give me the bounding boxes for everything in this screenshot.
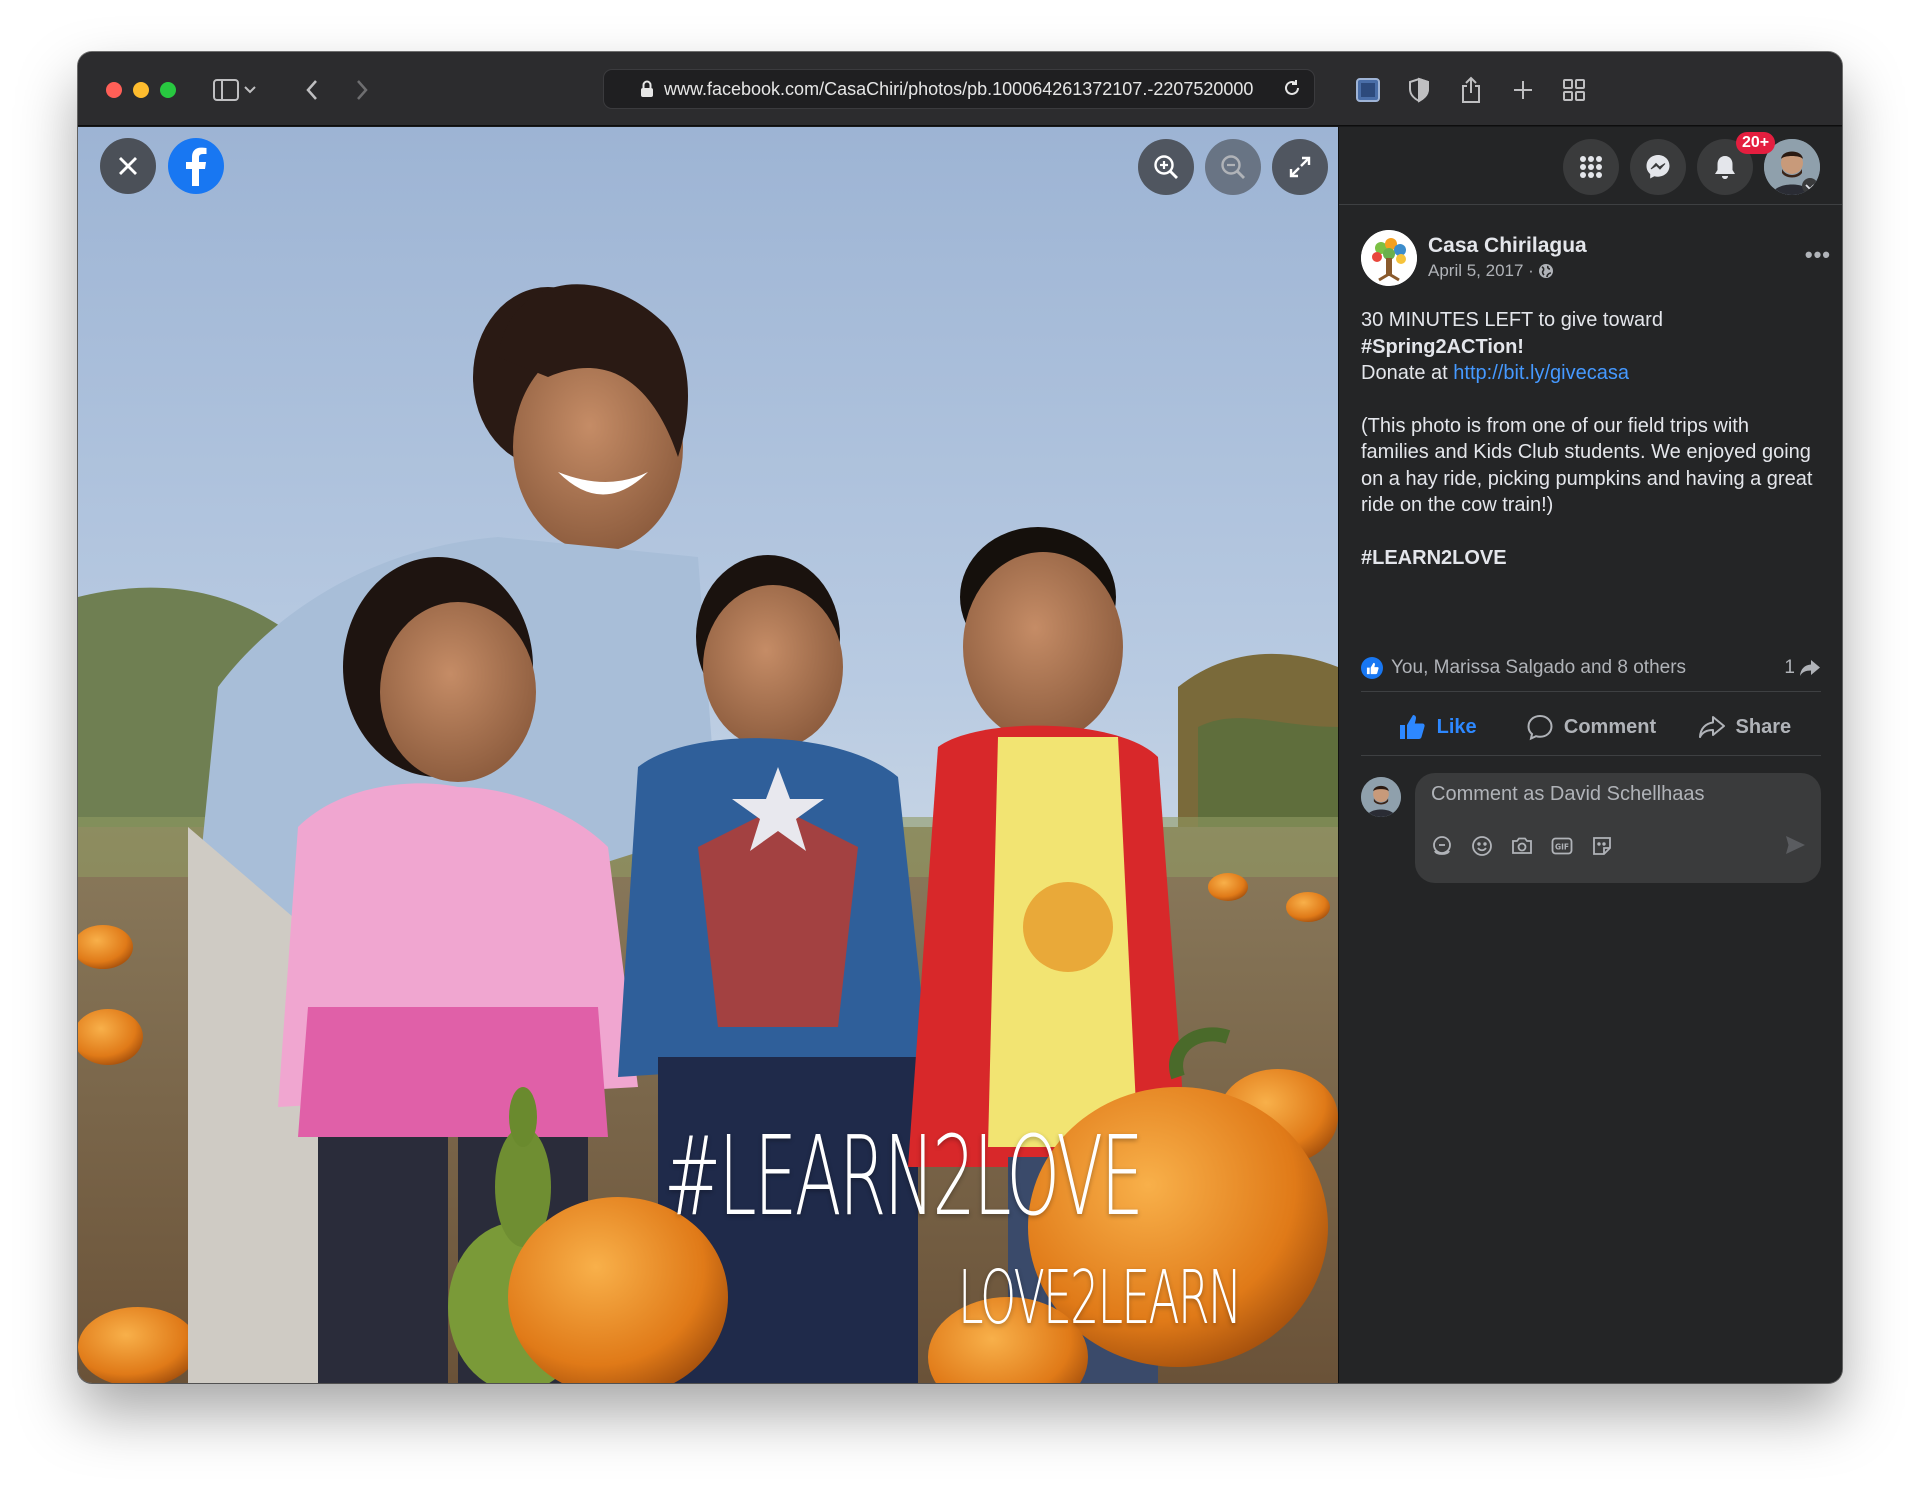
- post-date[interactable]: April 5, 2017 ·: [1428, 261, 1554, 281]
- menu-button[interactable]: [1563, 139, 1619, 195]
- post-panel: 20+ Casa Chirilagua April 5, 2017 · •••: [1338, 127, 1842, 1383]
- forward-button[interactable]: [344, 72, 380, 108]
- emoji-icon[interactable]: [1469, 833, 1495, 859]
- watermark-main: #LEARN2LOVE: [664, 1112, 1144, 1240]
- zoom-in-button[interactable]: [1138, 139, 1194, 195]
- globe-icon: [1538, 264, 1553, 278]
- comment-bubble-icon: [1527, 714, 1553, 741]
- avatar-sticker-icon[interactable]: [1429, 833, 1455, 859]
- share-arrow-icon: [1800, 660, 1820, 676]
- reload-icon[interactable]: [1282, 78, 1302, 103]
- top-navigation: 20+: [1339, 127, 1842, 205]
- share-icon: [1698, 716, 1725, 738]
- thumbs-up-icon: [1399, 715, 1425, 739]
- zoom-in-icon: [1154, 155, 1178, 179]
- messenger-button[interactable]: [1630, 139, 1686, 195]
- zoom-out-button[interactable]: [1205, 139, 1261, 195]
- messenger-icon: [1646, 155, 1670, 179]
- fullscreen-button[interactable]: [1272, 139, 1328, 195]
- bell-icon: [1715, 156, 1735, 179]
- post-paragraph-1: 30 MINUTES LEFT to give toward #Spring2A…: [1361, 307, 1821, 387]
- share-count-number: 1: [1784, 657, 1795, 678]
- lock-icon: [640, 80, 654, 103]
- extension-icon[interactable]: [1350, 72, 1386, 108]
- reactions-summary[interactable]: You, Marissa Salgado and 8 others: [1391, 657, 1686, 679]
- camera-icon[interactable]: [1509, 833, 1535, 859]
- comment-composer: GIF: [1361, 773, 1821, 885]
- hashtag-spring2action[interactable]: #Spring2ACTion!: [1361, 336, 1524, 358]
- donate-prefix: Donate at: [1361, 362, 1454, 384]
- hashtag-learn2love[interactable]: #LEARN2LOVE: [1361, 545, 1821, 572]
- new-tab-icon[interactable]: [1505, 72, 1541, 108]
- shield-icon[interactable]: [1401, 72, 1437, 108]
- svg-text:GIF: GIF: [1555, 843, 1569, 852]
- maximize-window-button[interactable]: [160, 82, 176, 98]
- post-actions: Like Comment Share: [1361, 699, 1821, 755]
- profile-photo-icon: [1361, 777, 1401, 817]
- share-count[interactable]: 1: [1784, 657, 1821, 679]
- post-line-1: 30 MINUTES LEFT to give toward: [1361, 309, 1663, 331]
- reactions-bar: You, Marissa Salgado and 8 others 1: [1361, 653, 1821, 683]
- post-date-text: April 5, 2017 ·: [1428, 261, 1534, 280]
- divider-top: [1361, 691, 1821, 692]
- post-text: 30 MINUTES LEFT to give toward #Spring2A…: [1361, 307, 1821, 597]
- url-text: www.facebook.com/CasaChiri/photos/pb.100…: [664, 78, 1254, 99]
- back-button[interactable]: [294, 72, 330, 108]
- photo-viewer: #LEARN2LOVE LOVE2LEARN: [78, 127, 1338, 1383]
- more-options-button[interactable]: •••: [1805, 242, 1831, 268]
- post-paragraph-2: (This photo is from one of our field tri…: [1361, 414, 1813, 517]
- comment-button[interactable]: Comment: [1514, 699, 1667, 755]
- tree-logo-icon: [1361, 230, 1417, 286]
- minimize-window-button[interactable]: [133, 82, 149, 98]
- gif-icon[interactable]: GIF: [1549, 833, 1575, 859]
- facebook-logo-icon[interactable]: [168, 138, 224, 194]
- zoom-out-icon: [1221, 155, 1245, 179]
- watermark-sub: LOVE2LEARN: [958, 1255, 1242, 1341]
- close-viewer-button[interactable]: [100, 138, 156, 194]
- notification-badge: 20+: [1736, 132, 1776, 154]
- grid-menu-icon: [1580, 156, 1602, 178]
- close-icon: [119, 157, 137, 175]
- address-bar[interactable]: www.facebook.com/CasaChiri/photos/pb.100…: [603, 69, 1315, 109]
- expand-icon: [1289, 156, 1311, 178]
- close-window-button[interactable]: [106, 82, 122, 98]
- like-reaction-icon: [1361, 657, 1383, 679]
- page-avatar[interactable]: [1361, 230, 1417, 286]
- my-avatar[interactable]: [1361, 777, 1401, 817]
- share-icon[interactable]: [1453, 72, 1489, 108]
- share-button[interactable]: Share: [1668, 699, 1821, 755]
- comment-label: Comment: [1563, 715, 1657, 738]
- share-label: Share: [1735, 715, 1792, 738]
- post-header: Casa Chirilagua April 5, 2017 · •••: [1361, 230, 1831, 290]
- chevron-down-icon[interactable]: [238, 72, 262, 108]
- browser-window: www.facebook.com/CasaChiri/photos/pb.100…: [78, 52, 1842, 1383]
- tab-overview-icon[interactable]: [1556, 72, 1592, 108]
- send-icon[interactable]: [1783, 833, 1807, 862]
- comment-input[interactable]: [1431, 783, 1801, 806]
- browser-toolbar: www.facebook.com/CasaChiri/photos/pb.100…: [78, 52, 1842, 126]
- comment-box: GIF: [1415, 773, 1821, 883]
- donate-link[interactable]: http://bit.ly/givecasa: [1453, 362, 1629, 384]
- sticker-icon[interactable]: [1589, 833, 1615, 859]
- comment-tools: GIF: [1429, 833, 1615, 859]
- page-name[interactable]: Casa Chirilagua: [1428, 234, 1587, 258]
- like-button[interactable]: Like: [1361, 699, 1514, 755]
- like-label: Like: [1436, 715, 1477, 738]
- divider-bottom: [1361, 755, 1821, 756]
